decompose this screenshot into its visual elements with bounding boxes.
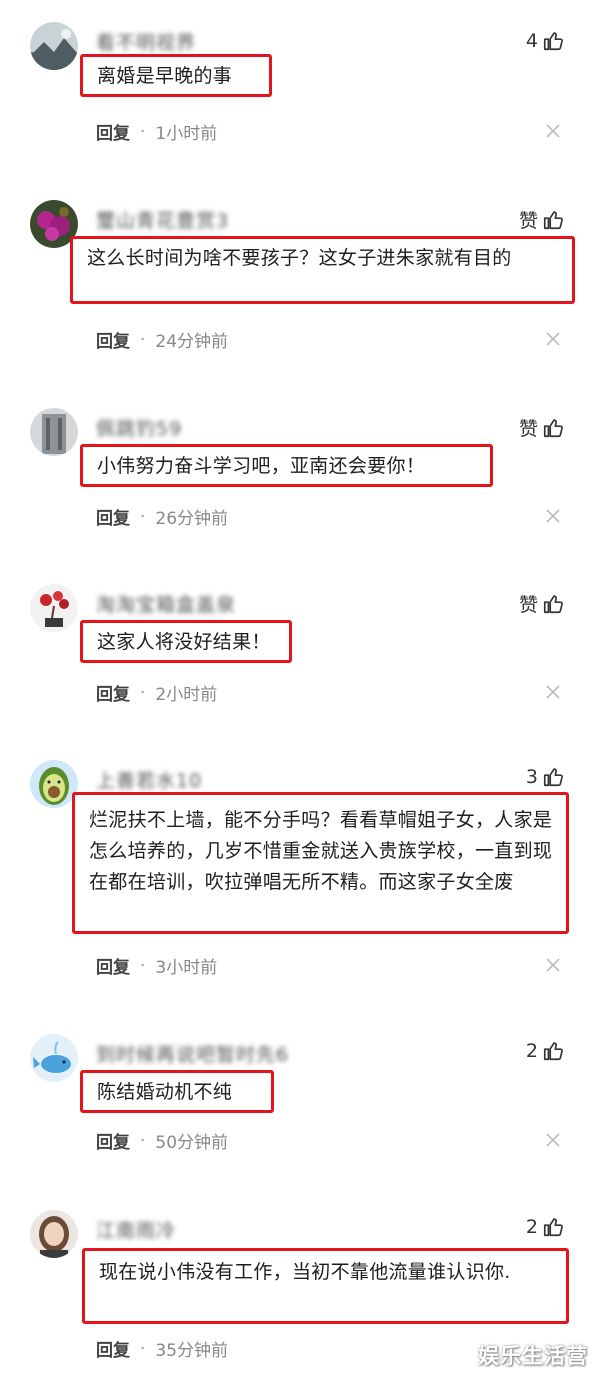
comment-text: 这么长时间为啥不要孩子？这女子进朱家就有目的 [70, 236, 575, 304]
meta-separator: · [140, 329, 146, 350]
reply-button[interactable]: 回复 [96, 504, 130, 529]
comment-text: 这家人将没好结果！ [80, 620, 292, 663]
username[interactable]: 江南雨冷 [96, 1216, 176, 1243]
thumbs-up-icon [543, 768, 563, 787]
like-button[interactable]: 2 [526, 1040, 564, 1062]
like-count: 3 [525, 766, 538, 788]
username[interactable]: 上善若水10 [96, 766, 202, 793]
username[interactable]: 佩跳钓59 [96, 414, 182, 441]
comment-text: 现在说小伟没有工作，当初不靠他流量谁认识你. [82, 1248, 569, 1324]
comment-text: 小伟努力奋斗学习吧，亚南还会要你！ [80, 444, 493, 487]
reply-button[interactable]: 回复 [96, 1128, 130, 1153]
avatar-bonsai-icon [30, 584, 78, 632]
comment-time: 1小时前 [155, 124, 218, 144]
reply-button[interactable]: 回复 [96, 1336, 130, 1361]
comment-time: 26分钟前 [155, 509, 229, 529]
username[interactable]: 淘淘宝箱盒盖泉 [96, 590, 236, 617]
like-button[interactable]: 赞 [519, 590, 564, 617]
like-count: 2 [525, 1040, 538, 1062]
meta-separator: · [140, 1338, 146, 1359]
like-button[interactable]: 4 [526, 30, 564, 52]
reply-button[interactable]: 回复 [96, 327, 130, 352]
reply-button[interactable]: 回复 [96, 119, 130, 144]
meta-separator: · [140, 121, 146, 142]
thumbs-up-icon [543, 418, 563, 437]
thumbs-up-icon [543, 210, 563, 229]
thumbs-up-icon [543, 32, 563, 51]
comment-text: 陈结婚动机不纯 [80, 1070, 274, 1113]
avatar-landscape-icon [30, 22, 78, 70]
reply-button[interactable]: 回复 [96, 953, 130, 978]
avatar[interactable] [30, 1210, 78, 1258]
like-count: 2 [525, 1216, 538, 1238]
close-icon[interactable] [546, 958, 560, 972]
meta-separator: · [140, 506, 146, 527]
thumbs-up-icon [543, 1042, 563, 1061]
watermark: 娱乐生活营 [478, 1344, 588, 1368]
avatar-avocado-icon [30, 760, 78, 808]
comment-time: 3小时前 [155, 958, 218, 978]
comment-time: 50分钟前 [155, 1133, 229, 1153]
like-count: 4 [525, 30, 538, 52]
comment-text: 离婚是早晚的事 [80, 54, 272, 97]
avatar-whale-icon [30, 1034, 78, 1082]
thumbs-up-icon [543, 1218, 563, 1237]
username[interactable]: 璽山青花豊赏3 [96, 206, 229, 233]
avatar-building-icon [30, 408, 78, 456]
close-icon[interactable] [546, 332, 560, 346]
username[interactable]: 到时候再说吧暂时先6 [96, 1040, 289, 1067]
meta-separator: · [140, 1130, 146, 1151]
like-button[interactable]: 赞 [519, 206, 564, 233]
comment-text: 烂泥扶不上墙，能不分手吗？看看草帽姐子女，人家是怎么培养的，几岁不惜重金就送入贵… [72, 792, 569, 934]
comment-time: 35分钟前 [155, 1341, 229, 1361]
like-count: 赞 [518, 418, 538, 440]
comment-time: 24分钟前 [155, 332, 229, 352]
meta-separator: · [140, 682, 146, 703]
thumbs-up-icon [543, 594, 563, 613]
like-button[interactable]: 3 [526, 766, 564, 788]
like-button[interactable]: 赞 [519, 414, 564, 441]
avatar[interactable] [30, 22, 78, 70]
reply-button[interactable]: 回复 [96, 680, 130, 705]
comment-time: 2小时前 [155, 685, 218, 705]
avatar[interactable] [30, 584, 78, 632]
close-icon[interactable] [546, 124, 560, 138]
close-icon[interactable] [546, 685, 560, 699]
like-button[interactable]: 2 [526, 1216, 564, 1238]
like-count: 赞 [518, 210, 538, 232]
username[interactable]: 看不明视界 [96, 28, 196, 55]
avatar[interactable] [30, 408, 78, 456]
meta-separator: · [140, 955, 146, 976]
like-count: 赞 [518, 594, 538, 616]
close-icon[interactable] [546, 1133, 560, 1147]
avatar-woman-icon [30, 1210, 78, 1258]
close-icon[interactable] [546, 509, 560, 523]
avatar[interactable] [30, 760, 78, 808]
avatar[interactable] [30, 1034, 78, 1082]
